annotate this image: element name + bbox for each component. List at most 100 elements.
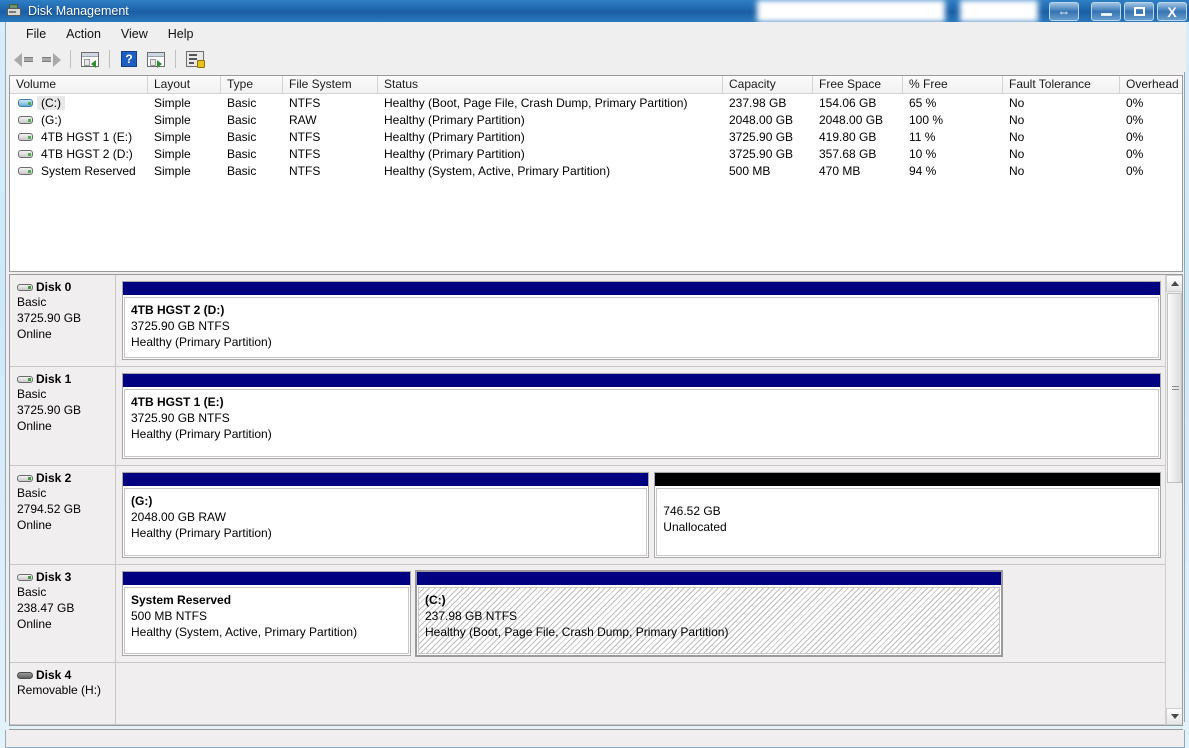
cell-overhead: 0% (1126, 163, 1144, 178)
close-icon[interactable]: X (1157, 2, 1187, 21)
disk-state: Online (17, 419, 52, 433)
disk-row[interactable]: Disk 3 Basic 238.47 GB Online System Reserve… (10, 565, 1167, 663)
help-button[interactable]: ? (117, 48, 141, 70)
partition-status: Unallocated (663, 520, 727, 534)
partition-capacity-bar (655, 473, 1160, 487)
cell-file-system: NTFS (289, 95, 321, 110)
column-header-file-system[interactable]: File System (283, 76, 378, 93)
disk-partitions: 4TB HGST 1 (E:) 3725.90 GB NTFS Healthy (P… (116, 367, 1167, 465)
drive-icon (18, 149, 33, 159)
disk-icon (17, 283, 33, 292)
table-row[interactable]: 4TB HGST 1 (E:) Simple Basic NTFS Healthy (P… (10, 128, 1182, 145)
drive-icon (18, 132, 33, 142)
forward-icon (41, 52, 61, 67)
column-header-capacity[interactable]: Capacity (723, 76, 813, 93)
partition-capacity-bar (123, 282, 1160, 296)
help-icon: ? (121, 51, 137, 67)
scroll-down-icon[interactable] (1166, 708, 1182, 725)
disk-info-disk-2[interactable]: Disk 2 Basic 2794.52 GB Online (10, 466, 116, 564)
partition-details: 746.52 GB Unallocated (656, 488, 1159, 556)
disk-type: Basic (17, 295, 47, 309)
disk-info-disk-4[interactable]: Disk 4 Removable (H:) (10, 663, 116, 724)
cell-layout: Simple (154, 146, 191, 161)
window-titlebar[interactable]: Disk Management ⇔ X (0, 0, 1189, 22)
window-client-area: File Action View Help ? Volume Layout Ty… (5, 22, 1186, 748)
column-header-layout[interactable]: Layout (148, 76, 221, 93)
status-strip (5, 730, 1185, 748)
maximize-icon[interactable] (1124, 2, 1154, 21)
forward-button[interactable] (39, 48, 63, 70)
cell-percent-free: 94 % (909, 163, 937, 178)
restore-icon[interactable]: ⇔ (1049, 2, 1079, 21)
graphical-view-scrollbar[interactable] (1165, 275, 1182, 725)
disk-info-disk-3[interactable]: Disk 3 Basic 238.47 GB Online (10, 565, 116, 662)
disk-row[interactable]: Disk 2 Basic 2794.52 GB Online (G:) 2048.00 G… (10, 466, 1167, 565)
cell-status: Healthy (System, Active, Primary Partiti… (384, 163, 611, 178)
partition-block[interactable]: (G:) 2048.00 GB RAW Healthy (Primary Parti… (122, 472, 650, 558)
column-header-volume[interactable]: Volume (10, 76, 148, 93)
disk-type: Removable (H:) (17, 683, 102, 697)
partition-block[interactable]: 4TB HGST 1 (E:) 3725.90 GB NTFS Healthy (P… (122, 373, 1161, 459)
scroll-up-icon[interactable] (1166, 275, 1182, 292)
disk-name: Disk 0 (36, 280, 72, 294)
toolbar-divider-1 (70, 50, 71, 68)
menu-action[interactable]: Action (56, 24, 111, 44)
cell-file-system: RAW (289, 112, 317, 127)
cell-free-space: 154.06 GB (819, 95, 877, 110)
disk-title: Disk 4 (17, 668, 115, 682)
partition-block[interactable]: 746.52 GB Unallocated (654, 472, 1161, 558)
rescan-disks-button[interactable] (183, 48, 207, 70)
partition-status: Healthy (Primary Partition) (131, 526, 272, 540)
column-header-type[interactable]: Type (221, 76, 283, 93)
column-header-status[interactable]: Status (378, 76, 723, 93)
show-hide-action-pane-button[interactable] (144, 48, 168, 70)
partition-filler (1007, 571, 1161, 656)
cell-free-space: 2048.00 GB (819, 112, 884, 127)
cell-layout: Simple (154, 163, 191, 178)
cell-fault-tolerance: No (1009, 146, 1025, 161)
column-header-fault-tolerance[interactable]: Fault Tolerance (1003, 76, 1120, 93)
volume-list-header: Volume Layout Type File System Status Capacit… (10, 76, 1182, 94)
disk-size: 3725.90 GB (17, 311, 82, 325)
disk-row[interactable]: Disk 4 Removable (H:) (10, 663, 1167, 725)
volume-label: (G:) (41, 112, 62, 127)
disk-info-disk-1[interactable]: Disk 1 Basic 3725.90 GB Online (10, 367, 116, 465)
column-header-free-space[interactable]: Free Space (813, 76, 903, 93)
partition-name: System Reserved (131, 593, 232, 607)
menu-help[interactable]: Help (158, 24, 204, 44)
partition-block[interactable]: (C:) 237.98 GB NTFS Healthy (Boot, Page Fi… (414, 570, 1004, 657)
scroll-thumb[interactable] (1167, 293, 1182, 483)
cell-type: Basic (227, 129, 257, 144)
show-hide-console-tree-button[interactable] (78, 48, 102, 70)
graphical-view-pane[interactable]: Disk 0 Basic 3725.90 GB Online 4TB HGST 2 (D… (9, 274, 1183, 726)
toolbar: ? (6, 46, 1186, 72)
cell-percent-free: 10 % (909, 146, 937, 161)
menu-view[interactable]: View (111, 24, 158, 44)
back-button[interactable] (12, 48, 36, 70)
table-row[interactable]: System Reserved Simple Basic NTFS Healthy (S… (10, 162, 1182, 179)
table-row[interactable]: (C:) Simple Basic NTFS Healthy (Boot, Page F… (10, 94, 1182, 111)
window-title: Disk Management (28, 4, 129, 18)
table-row[interactable]: 4TB HGST 2 (D:) Simple Basic NTFS Healthy (P… (10, 145, 1182, 162)
cell-fault-tolerance: No (1009, 163, 1025, 178)
cell-capacity: 237.98 GB (729, 95, 787, 110)
partition-details: 4TB HGST 2 (D:) 3725.90 GB NTFS Healthy (P… (124, 297, 1159, 358)
minimize-icon[interactable] (1091, 2, 1121, 21)
disk-row[interactable]: Disk 1 Basic 3725.90 GB Online 4TB HGST 1 (E… (10, 367, 1167, 466)
disk-management-icon (6, 4, 22, 18)
column-header-overhead[interactable]: Overhead (1120, 76, 1182, 93)
partition-block[interactable]: System Reserved 500 MB NTFS Healthy (Syste… (122, 571, 411, 656)
disk-row[interactable]: Disk 0 Basic 3725.90 GB Online 4TB HGST 2 (D… (10, 275, 1167, 367)
column-header-free[interactable]: % Free (903, 76, 1003, 93)
partition-size: 3725.90 GB NTFS (131, 319, 230, 333)
titlebar-left: Disk Management (0, 0, 129, 22)
disk-info-disk-0[interactable]: Disk 0 Basic 3725.90 GB Online (10, 275, 116, 366)
cell-layout: Simple (154, 95, 191, 110)
cell-file-system: NTFS (289, 163, 321, 178)
disk-size: 238.47 GB (17, 601, 75, 615)
partition-block[interactable]: 4TB HGST 2 (D:) 3725.90 GB NTFS Healthy (P… (122, 281, 1161, 360)
volume-list-pane[interactable]: Volume Layout Type File System Status Capacit… (9, 75, 1183, 272)
partition-name: 4TB HGST 1 (E:) (131, 395, 224, 409)
table-row[interactable]: (G:) Simple Basic RAW Healthy (Primary Parti… (10, 111, 1182, 128)
menu-file[interactable]: File (16, 24, 56, 44)
